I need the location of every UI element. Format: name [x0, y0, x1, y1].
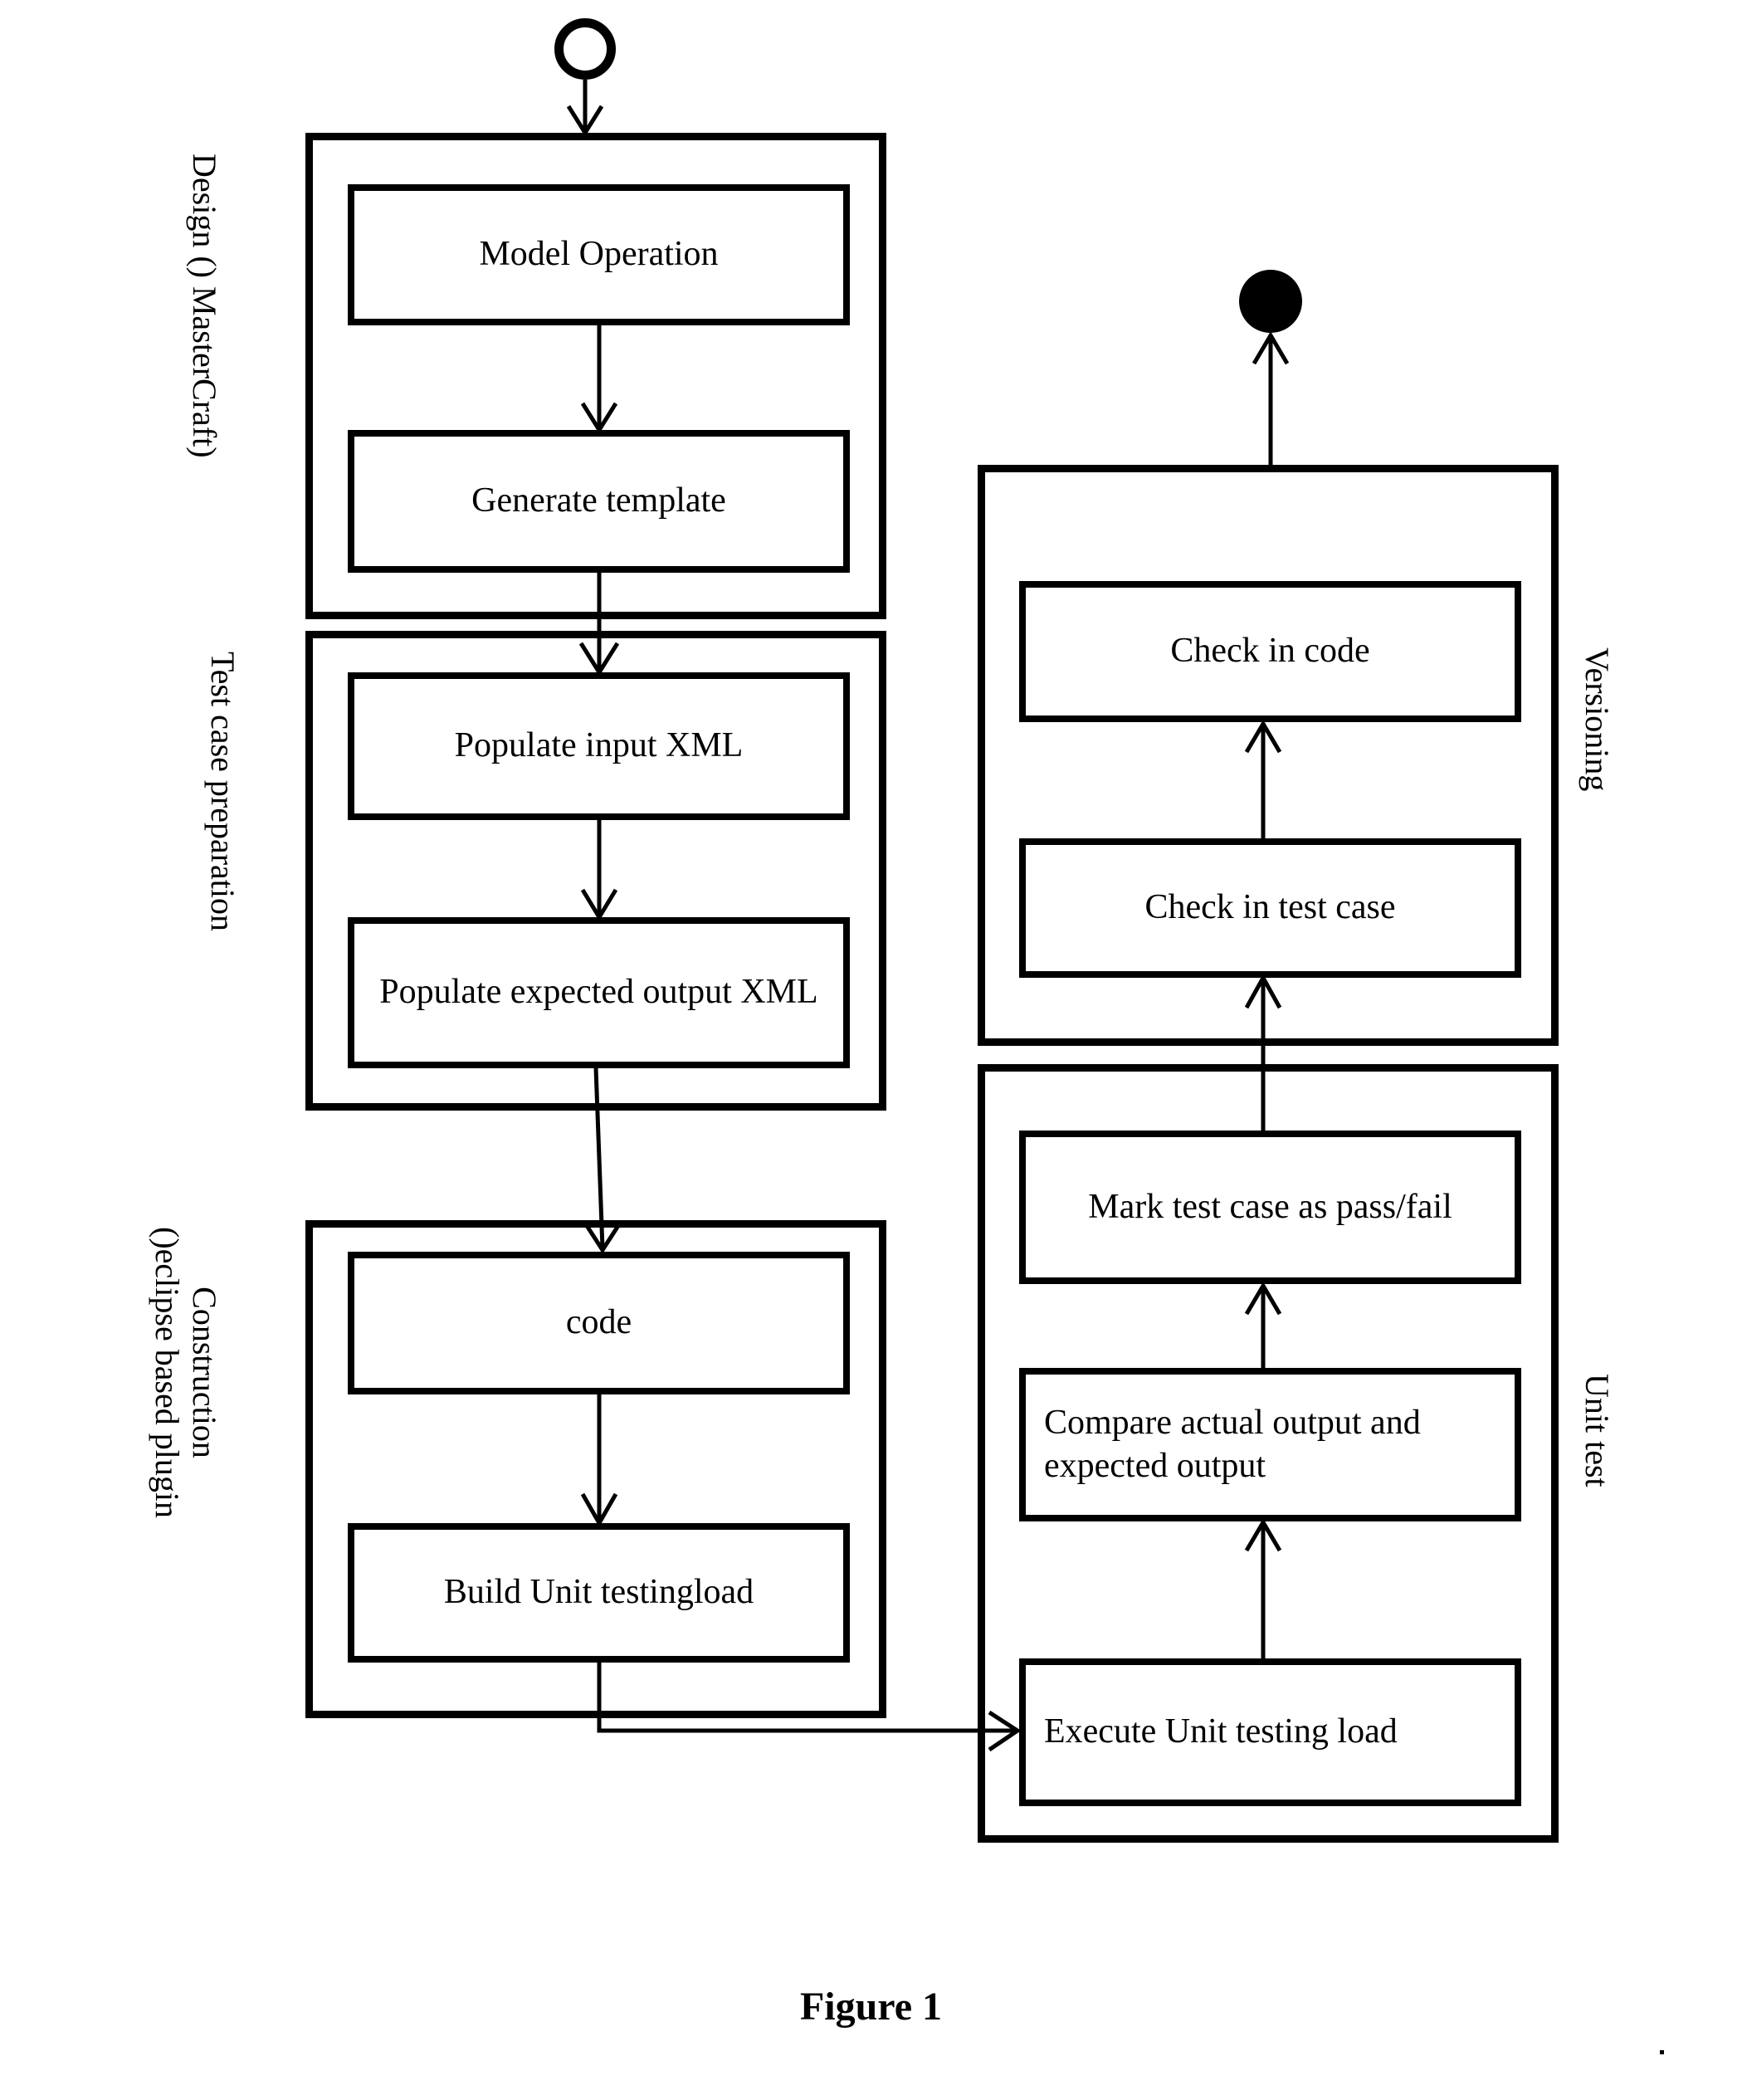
- node-execute-unit-testing-load[interactable]: Execute Unit testing load: [1019, 1658, 1521, 1806]
- lane-label-construction-line1: Construction: [186, 1287, 223, 1458]
- edge-check-in-code-to-end: [1252, 331, 1290, 465]
- node-populate-expected-output-xml[interactable]: Populate expected output XML: [348, 917, 850, 1068]
- lane-label-design: Design () MasterCraft): [185, 154, 223, 458]
- node-execute-unit-testing-load-label: Execute Unit testing load: [1044, 1712, 1398, 1751]
- node-check-in-code[interactable]: Check in code: [1019, 581, 1521, 722]
- node-populate-input-xml[interactable]: Populate input XML: [348, 672, 850, 820]
- node-build-unit-testingload-label: Build Unit testingload: [443, 1573, 754, 1612]
- node-code-label: code: [565, 1303, 632, 1342]
- node-model-operation[interactable]: Model Operation: [348, 184, 850, 325]
- figure-canvas: Design () MasterCraft) Test case prepara…: [0, 0, 1742, 2100]
- lane-label-test-case-preparation-text: Test case preparation: [204, 652, 242, 932]
- lane-label-design-text: Design () MasterCraft): [186, 154, 223, 458]
- figure-caption: Figure 1: [0, 1984, 1742, 2029]
- node-check-in-test-case[interactable]: Check in test case: [1019, 838, 1521, 978]
- lane-label-unit-test: Unit test: [1578, 1374, 1616, 1487]
- figure-caption-text: Figure 1: [799, 1985, 943, 2029]
- node-generate-template-label: Generate template: [471, 481, 726, 520]
- lane-label-versioning: Versioning: [1578, 647, 1616, 792]
- node-compare-outputs[interactable]: Compare actual output and expected outpu…: [1019, 1368, 1521, 1521]
- page-artifact-dot: [1660, 2050, 1664, 2054]
- lane-label-construction-line2: ()eclipse based plugin: [149, 1227, 187, 1518]
- lane-label-construction: Construction ()eclipse based plugin: [148, 1227, 223, 1518]
- node-mark-test-case[interactable]: Mark test case as pass/fail: [1019, 1131, 1521, 1284]
- node-compare-outputs-label: Compare actual output and expected outpu…: [1044, 1404, 1421, 1485]
- lane-label-test-case-preparation: Test case preparation: [203, 652, 242, 932]
- node-mark-test-case-label: Mark test case as pass/fail: [1088, 1187, 1452, 1226]
- end-node[interactable]: [1239, 270, 1302, 333]
- node-model-operation-label: Model Operation: [479, 235, 719, 274]
- node-check-in-test-case-label: Check in test case: [1144, 888, 1396, 927]
- edge-start-to-model-operation: [566, 80, 604, 137]
- node-build-unit-testingload[interactable]: Build Unit testingload: [348, 1523, 850, 1663]
- node-generate-template[interactable]: Generate template: [348, 430, 850, 573]
- lane-label-unit-test-text: Unit test: [1579, 1374, 1616, 1487]
- lane-label-versioning-text: Versioning: [1579, 647, 1616, 792]
- node-populate-expected-output-xml-label: Populate expected output XML: [379, 973, 818, 1012]
- node-code[interactable]: code: [348, 1252, 850, 1394]
- node-check-in-code-label: Check in code: [1170, 632, 1370, 671]
- start-node[interactable]: [554, 18, 616, 80]
- node-populate-input-xml-label: Populate input XML: [454, 726, 744, 765]
